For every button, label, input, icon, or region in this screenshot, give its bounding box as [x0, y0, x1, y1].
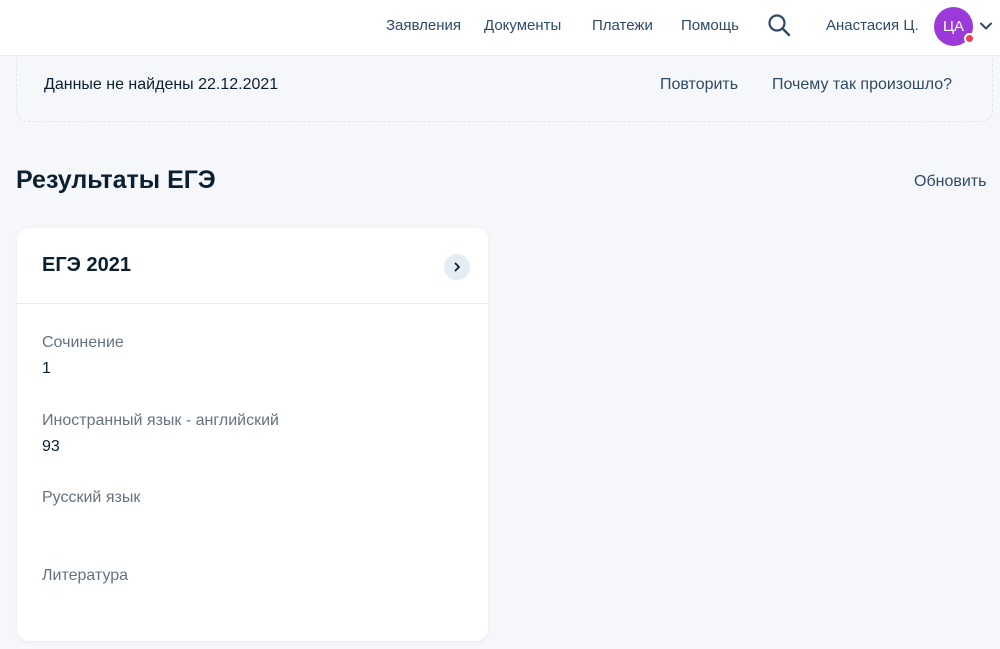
- subject-name: Иностранный язык - английский: [42, 412, 279, 429]
- why-happened-link[interactable]: Почему так произошло?: [772, 76, 952, 94]
- nav-link-applications[interactable]: Заявления: [386, 17, 461, 34]
- nav-link-payments[interactable]: Платежи: [592, 17, 653, 34]
- subject-score: [42, 593, 128, 611]
- chevron-right-icon[interactable]: [444, 254, 470, 280]
- exam-card-header[interactable]: ЕГЭ 2021: [17, 228, 488, 304]
- search-icon[interactable]: [767, 13, 791, 37]
- top-header: Заявления Документы Платежи Помощь Анаст…: [0, 0, 1000, 56]
- retry-link[interactable]: Повторить: [660, 76, 738, 94]
- avatar[interactable]: ЦА: [934, 7, 975, 46]
- subject-score: 93: [42, 438, 60, 455]
- user-name[interactable]: Анастасия Ц.: [826, 17, 919, 34]
- subject-score: 1: [42, 360, 51, 377]
- chevron-down-icon[interactable]: [978, 18, 994, 34]
- page-title: Результаты ЕГЭ: [16, 166, 216, 194]
- subject-item: Русский язык: [42, 489, 140, 533]
- error-message: Данные не найдены 22.12.2021: [44, 76, 279, 93]
- subject-name: Русский язык: [42, 489, 141, 506]
- notification-dot: [964, 33, 975, 44]
- subject-score: [42, 515, 140, 533]
- nav-link-help[interactable]: Помощь: [681, 17, 739, 34]
- avatar-initials: ЦА: [942, 18, 965, 35]
- subject-item: Сочинение 1: [42, 334, 124, 378]
- subject-item: Иностранный язык - английский 93: [42, 412, 279, 456]
- exam-card-title: ЕГЭ 2021: [42, 254, 131, 276]
- error-banner: Данные не найдены 22.12.2021 Повторить П…: [16, 56, 993, 122]
- nav-link-documents[interactable]: Документы: [484, 17, 561, 34]
- subject-name: Литература: [42, 567, 129, 584]
- subject-item: Литература: [42, 567, 128, 611]
- exam-card: ЕГЭ 2021 Сочинение 1 Иностранный язык - …: [17, 228, 488, 641]
- subject-name: Сочинение: [42, 334, 124, 351]
- refresh-link[interactable]: Обновить: [914, 173, 986, 191]
